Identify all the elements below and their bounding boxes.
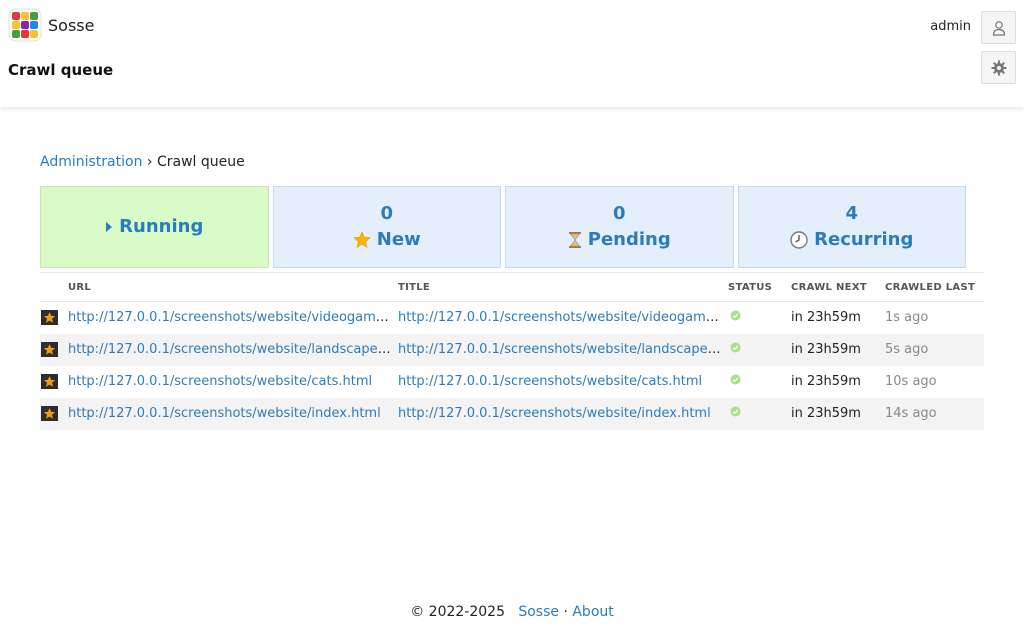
check-circle-icon — [730, 342, 741, 353]
star-favicon-icon — [41, 310, 58, 326]
breadcrumb-separator: › — [142, 154, 157, 170]
crawled-last-cell: 5s ago — [883, 333, 984, 366]
brand[interactable]: Sosse — [8, 8, 94, 42]
status-cards: Running 0 New 0 Pending 4 Recurring — [40, 186, 966, 268]
recurring-label: Recurring — [814, 229, 914, 250]
title-cell: http://127.0.0.1/screenshots/website/ind… — [396, 397, 726, 430]
pending-card[interactable]: 0 Pending — [505, 186, 734, 268]
title-cell: http://127.0.0.1/screenshots/website/cat… — [396, 366, 726, 398]
crawled-last-cell: 14s ago — [883, 397, 984, 430]
page-title: Crawl queue — [8, 61, 114, 79]
crawl-next-cell: in 23h59m — [789, 333, 883, 366]
footer-about-link[interactable]: About — [572, 604, 613, 620]
sosse-logo-icon — [8, 8, 42, 42]
breadcrumb: Administration › Crawl queue — [40, 154, 245, 170]
clock-icon — [790, 231, 808, 249]
hourglass-icon — [568, 232, 581, 248]
recurring-card[interactable]: 4 Recurring — [737, 186, 966, 268]
favicon-cell — [40, 366, 66, 398]
running-card[interactable]: Running — [40, 186, 269, 268]
status-cell — [726, 397, 789, 430]
table-row: http://127.0.0.1/screenshots/website/cat… — [40, 366, 984, 398]
user-name: admin — [930, 19, 971, 34]
check-circle-icon — [730, 406, 741, 417]
title-link[interactable]: http://127.0.0.1/screenshots/website/ind… — [398, 406, 711, 421]
status-cell — [726, 366, 789, 398]
header-crawled-last: CRAWLED LAST — [883, 272, 984, 302]
table-row: http://127.0.0.1/screenshots/website/vid… — [40, 302, 984, 334]
table-header-row: URL TITLE STATUS CRAWL NEXT CRAWLED LAST — [40, 272, 984, 302]
header-url: URL — [66, 272, 396, 302]
new-label: New — [376, 229, 421, 250]
favicon-cell — [40, 333, 66, 366]
recurring-count: 4 — [845, 203, 859, 224]
pending-count: 0 — [612, 203, 626, 224]
title-link[interactable]: http://127.0.0.1/screenshots/website/lan… — [398, 342, 726, 357]
new-card[interactable]: 0 New — [272, 186, 501, 268]
crawl-next-cell: in 23h59m — [791, 310, 861, 326]
header-status: STATUS — [726, 272, 789, 302]
running-label: Running — [119, 216, 204, 237]
play-triangle-icon — [106, 222, 113, 232]
header-title: TITLE — [396, 272, 726, 302]
url-link[interactable]: http://127.0.0.1/screenshots/website/ind… — [68, 406, 381, 421]
new-count: 0 — [380, 203, 394, 224]
crawl-queue-table: URL TITLE STATUS CRAWL NEXT CRAWLED LAST… — [40, 272, 984, 430]
url-link[interactable]: http://127.0.0.1/screenshots/website/lan… — [68, 342, 396, 357]
crawled-last-cell: 1s ago — [885, 310, 929, 326]
title-cell: http://127.0.0.1/screenshots/website/lan… — [396, 333, 726, 366]
header-icon-col — [40, 272, 66, 302]
star-icon — [353, 231, 371, 248]
url-cell: http://127.0.0.1/screenshots/website/vid… — [66, 302, 396, 334]
title-cell: http://127.0.0.1/screenshots/website/vid… — [396, 302, 726, 334]
url-link[interactable]: http://127.0.0.1/screenshots/website/vid… — [68, 310, 396, 325]
favicon-cell — [40, 302, 66, 334]
url-cell: http://127.0.0.1/screenshots/website/cat… — [66, 366, 396, 398]
header-crawl-next: CRAWL NEXT — [789, 272, 883, 302]
pending-label: Pending — [587, 229, 671, 250]
crawled-last-cell: 10s ago — [885, 374, 937, 389]
star-favicon-icon — [41, 374, 58, 389]
crawl-next-cell: in 23h59m — [789, 397, 883, 430]
title-link[interactable]: http://127.0.0.1/screenshots/website/vid… — [398, 310, 726, 325]
url-cell: http://127.0.0.1/screenshots/website/ind… — [66, 397, 396, 430]
footer-copyright: © 2022-2025 — [410, 604, 505, 620]
check-circle-icon — [730, 310, 741, 321]
favicon-cell — [40, 397, 66, 430]
crawl-next-cell: in 23h59m — [791, 374, 861, 389]
status-cell — [726, 302, 789, 334]
brand-name: Sosse — [48, 15, 95, 35]
breadcrumb-current: Crawl queue — [156, 154, 245, 170]
table-row: http://127.0.0.1/screenshots/website/lan… — [40, 333, 984, 366]
top-header: Sosse Crawl queue admin — [0, 0, 1024, 107]
star-favicon-icon — [41, 406, 58, 421]
user-menu-button[interactable] — [981, 11, 1016, 44]
check-circle-icon — [730, 374, 741, 385]
footer-sosse-link[interactable]: Sosse — [518, 604, 559, 620]
footer: © 2022-2025 Sosse · About — [0, 604, 1024, 620]
settings-button[interactable] — [981, 51, 1016, 84]
footer-separator: · — [559, 604, 573, 620]
user-icon — [992, 20, 1005, 36]
status-cell — [726, 333, 789, 366]
table-row: http://127.0.0.1/screenshots/website/ind… — [40, 397, 984, 430]
url-cell: http://127.0.0.1/screenshots/website/lan… — [66, 333, 396, 366]
breadcrumb-administration-link[interactable]: Administration — [40, 154, 142, 170]
url-link[interactable]: http://127.0.0.1/screenshots/website/cat… — [68, 374, 372, 389]
title-link[interactable]: http://127.0.0.1/screenshots/website/cat… — [398, 374, 702, 389]
gear-icon — [991, 60, 1006, 75]
star-favicon-icon — [41, 342, 58, 357]
